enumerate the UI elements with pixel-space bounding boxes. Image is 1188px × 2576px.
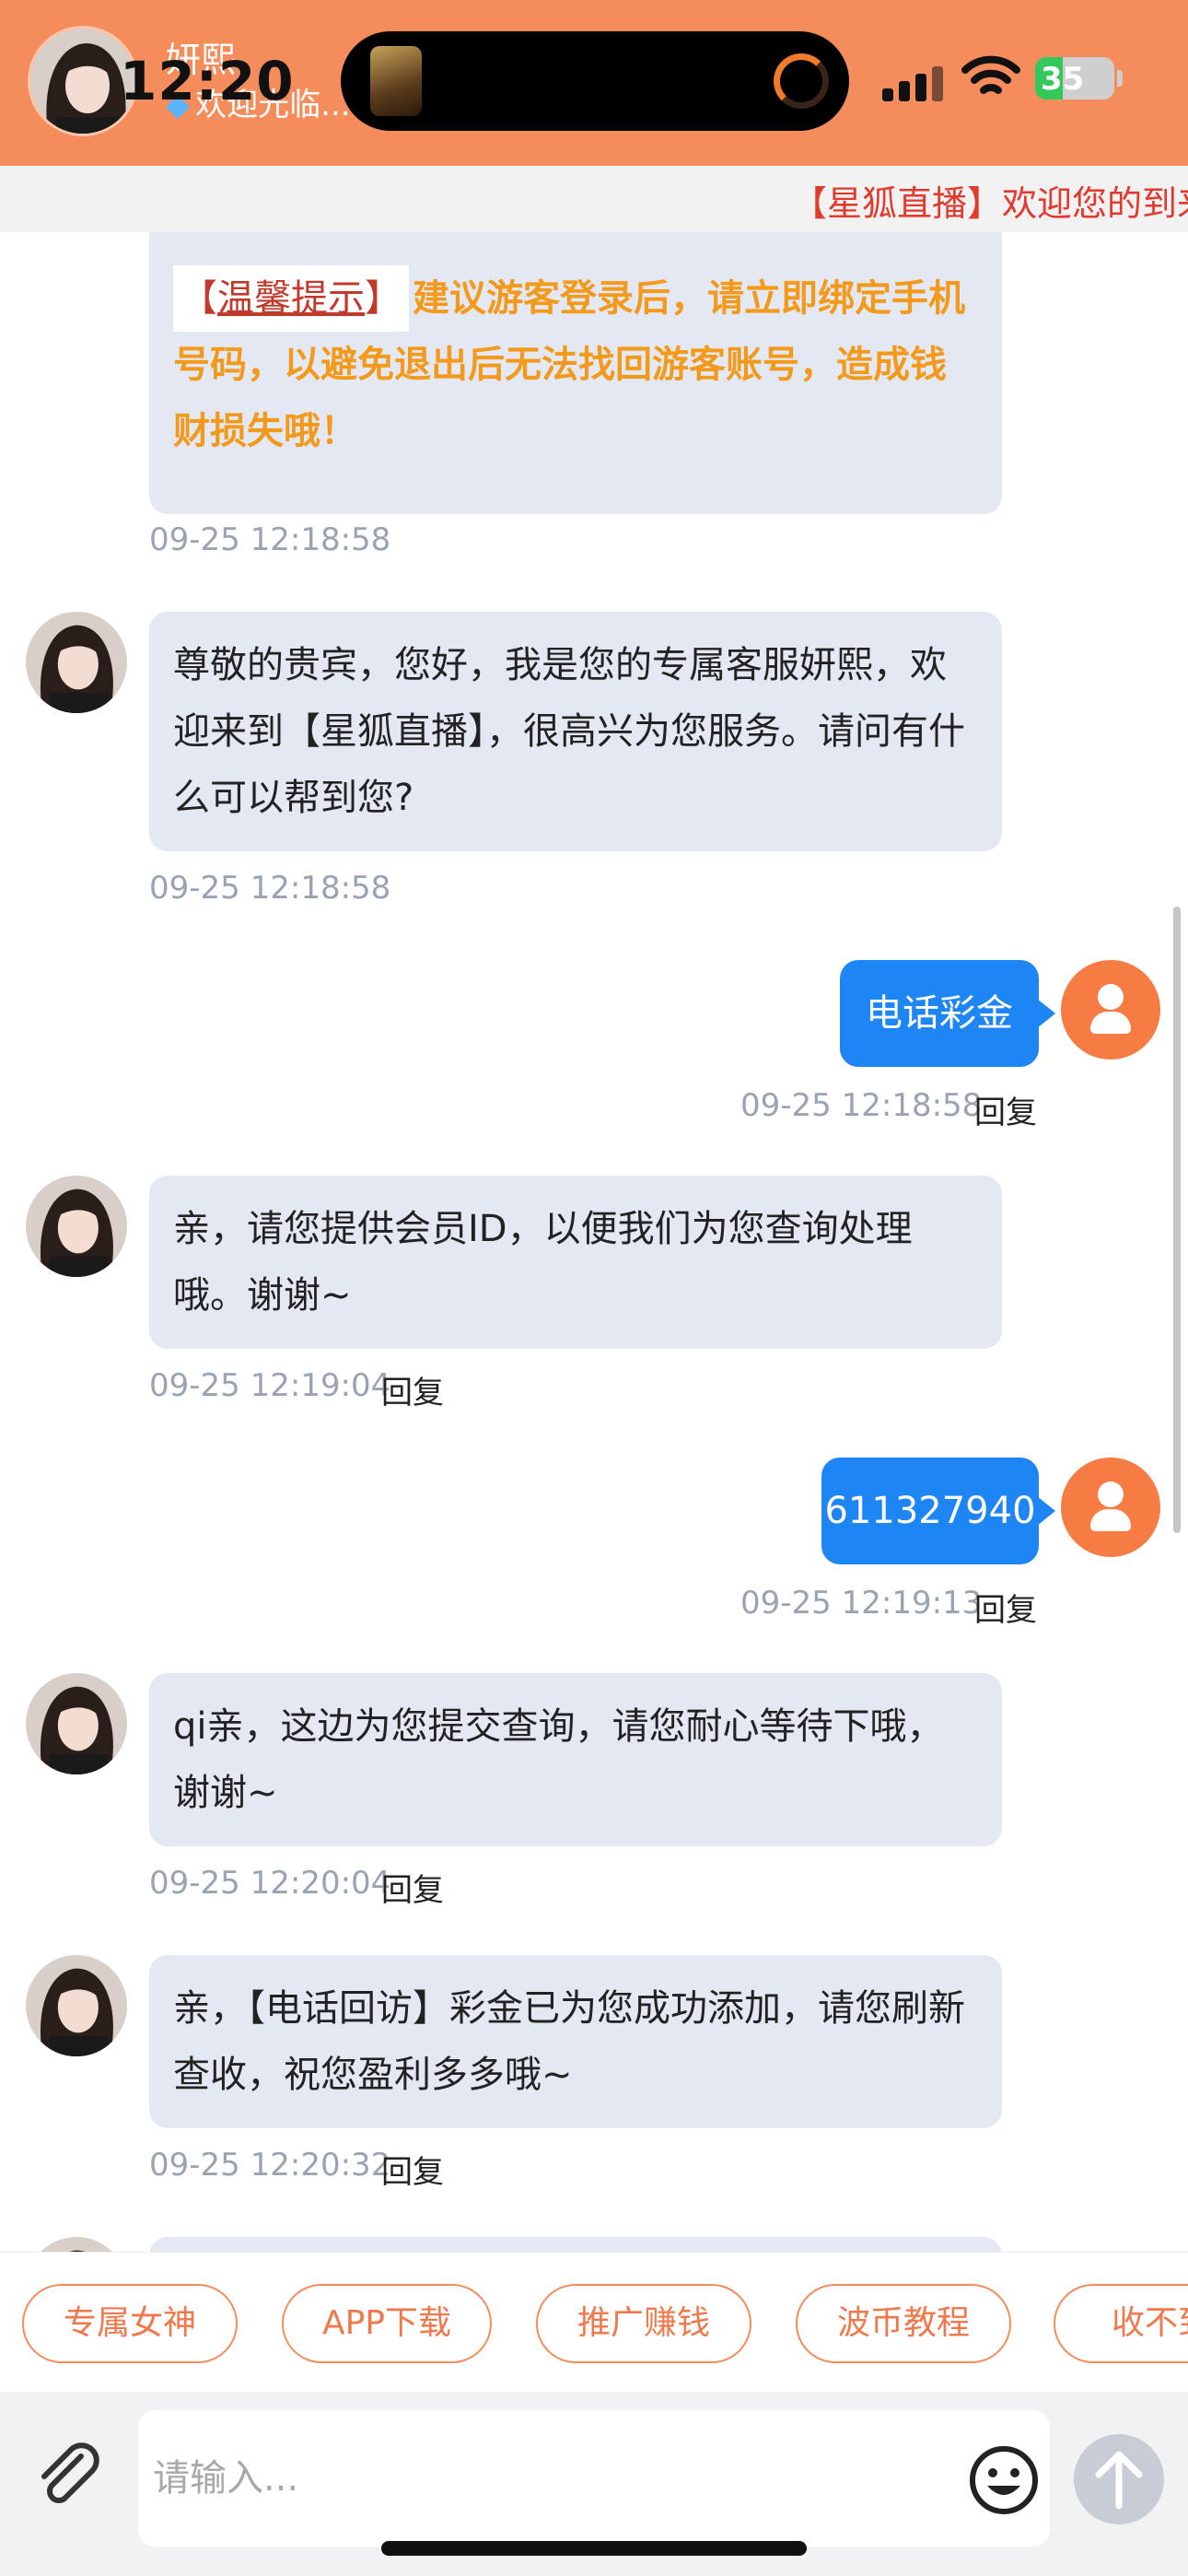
message-timestamp: 09-25 12:18:58 [149,521,391,558]
smiley-icon[interactable] [967,2443,1041,2517]
message-text: 611327940 [824,1490,1036,1532]
tip-label: 【温馨提示】 [173,265,409,332]
message-timestamp: 09-25 12:20:04 [149,1865,391,1902]
message-timestamp: 09-25 12:19:04 [149,1367,391,1404]
dynamic-island [341,31,849,131]
battery-tip [1117,70,1123,87]
quick-reply-chip[interactable]: APP下载 [282,2284,492,2363]
reply-button[interactable]: 回复 [974,1585,1037,1630]
announcement-marquee: 【星狐直播】欢迎您的到来 [0,166,1188,232]
agent-avatar [26,612,127,713]
quick-reply-chip[interactable]: 专属女神 [22,2284,238,2363]
live-activity-thumbnail [370,46,422,116]
tip-label-text: 温馨提示 [217,277,365,320]
message-timestamp: 09-25 12:20:32 [149,2147,391,2184]
quick-reply-chip[interactable]: 收不到 [1054,2284,1188,2363]
message-bubble-outgoing: 电话彩金 [840,960,1055,1067]
message-bubble: 亲，【电话回访】彩金已为您成功添加，请您刷新查收，祝您盈利多多哦~ [149,1955,1002,2128]
quick-reply-chip[interactable]: 推广赚钱 [536,2284,751,2363]
message-bubble: 【温馨提示】 建议游客登录后，请立即绑定手机号码，以避免退出后无法找回游客账号，造… [149,232,1002,514]
agent-avatar [26,2237,127,2252]
progress-ring-icon [774,53,829,109]
battery-text: 35 [1041,61,1085,98]
reply-button[interactable]: 回复 [381,1367,444,1412]
message-text: 亲，【电话回访】彩金已为您成功添加，请您刷新查收，祝您盈利多多哦~ [173,1987,965,2096]
message-text: qi亲，这边为您提交查询，请您耐心等待下哦，谢谢~ [173,1705,944,1814]
quick-reply-bar: 专属女神 APP下载 推广赚钱 波币教程 收不到 [0,2252,1188,2392]
battery-icon: 35 [1035,57,1114,100]
chat-header: 妍熙 ◆ 欢迎光临... 12:20 35 [0,0,1188,166]
message-bubble-outgoing: 611327940 [821,1458,1055,1564]
message-bubble: 尊敬的贵宾，您好，我是您的专属客服妍熙，欢迎来到【星狐直播】，很高兴为您服务。请… [149,612,1002,851]
message-timestamp: 09-25 12:18:58 [149,870,391,907]
message-timestamp: 09-25 12:19:13 [740,1585,983,1622]
chat-messages[interactable]: 【温馨提示】 建议游客登录后，请立即绑定手机号码，以避免退出后无法找回游客账号，造… [0,232,1188,2252]
cellular-signal-icon [882,64,947,101]
paperclip-icon[interactable] [33,2440,107,2513]
message-text: 亲，请您提供会员ID，以便我们为您查询处理哦。谢谢~ [173,1208,913,1317]
scrollbar[interactable] [1173,907,1181,1533]
wifi-icon [961,55,1020,94]
quick-reply-chip[interactable]: 波币教程 [796,2284,1011,2363]
agent-avatar [26,1955,127,2056]
message-input[interactable] [138,2410,1050,2547]
message-bubble: 亲，请您提供会员ID，以便我们为您查询处理哦。谢谢~ [149,1176,1002,1349]
reply-button[interactable]: 回复 [381,2147,444,2192]
message-bubble [149,2237,1002,2252]
person-icon [1098,984,1124,1010]
message-bubble: qi亲，这边为您提交查询，请您耐心等待下哦，谢谢~ [149,1673,1002,1846]
send-button[interactable] [1074,2434,1164,2524]
status-time: 12:20 [120,50,295,112]
message-timestamp: 09-25 12:18:58 [740,1087,983,1124]
home-indicator [381,2541,807,2556]
message-text: 尊敬的贵宾，您好，我是您的专属客服妍熙，欢迎来到【星狐直播】，很高兴为您服务。请… [173,644,965,819]
arrow-up-icon [1095,2451,1143,2510]
agent-avatar [26,1673,127,1774]
reply-button[interactable]: 回复 [381,1865,444,1910]
reply-button[interactable]: 回复 [974,1087,1037,1132]
user-avatar [1061,960,1160,1060]
person-icon [1098,1481,1124,1507]
agent-avatar [26,1176,127,1277]
announcement-text: 【星狐直播】欢迎您的到来 [792,183,1188,224]
message-text: 电话彩金 [866,992,1013,1035]
user-avatar [1061,1458,1160,1557]
